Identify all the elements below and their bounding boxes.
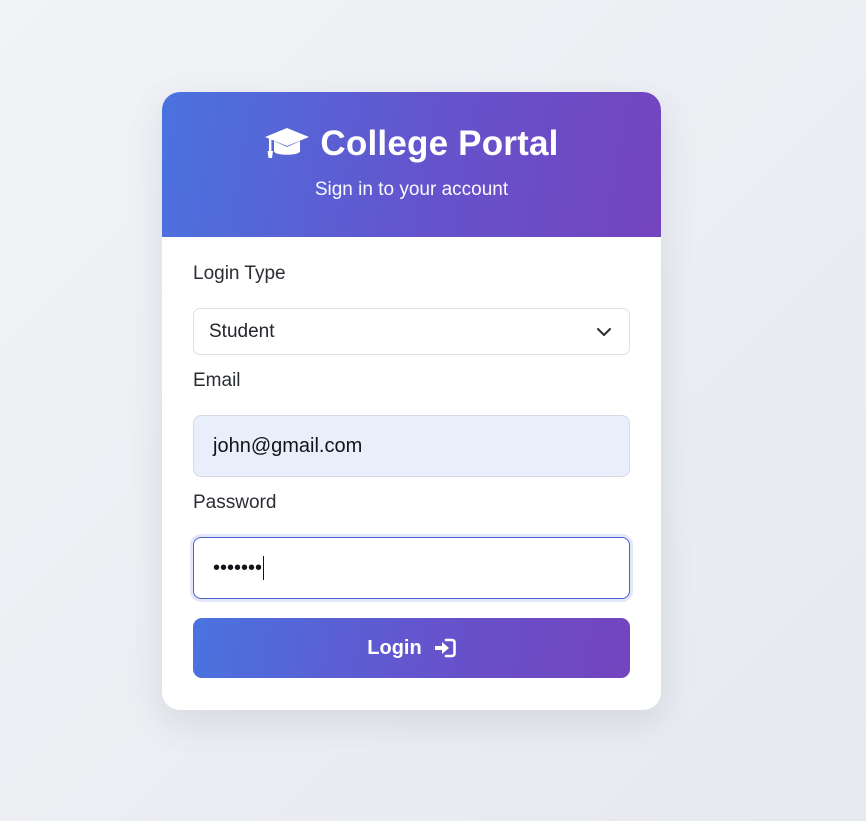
card-header: College Portal Sign in to your account xyxy=(162,92,661,237)
password-value: ••••••• xyxy=(213,556,263,579)
email-value: john@gmail.com xyxy=(213,434,363,457)
password-field[interactable]: ••••••• xyxy=(193,537,630,599)
sign-in-icon xyxy=(434,638,456,658)
login-button[interactable]: Login xyxy=(193,618,630,678)
login-type-select[interactable]: Student xyxy=(193,308,630,355)
login-card: College Portal Sign in to your account L… xyxy=(162,92,661,710)
login-button-label: Login xyxy=(367,636,422,659)
login-type-value: Student xyxy=(209,320,275,342)
page-title: College Portal xyxy=(320,124,559,163)
title-row: College Portal xyxy=(162,124,661,164)
graduation-cap-icon xyxy=(264,126,310,162)
chevron-down-icon xyxy=(596,324,612,340)
password-label: Password xyxy=(193,492,277,513)
email-label: Email xyxy=(193,370,241,391)
text-caret xyxy=(263,556,265,580)
login-type-label: Login Type xyxy=(193,263,286,284)
page-subtitle: Sign in to your account xyxy=(314,179,509,200)
email-field[interactable]: john@gmail.com xyxy=(193,415,630,477)
